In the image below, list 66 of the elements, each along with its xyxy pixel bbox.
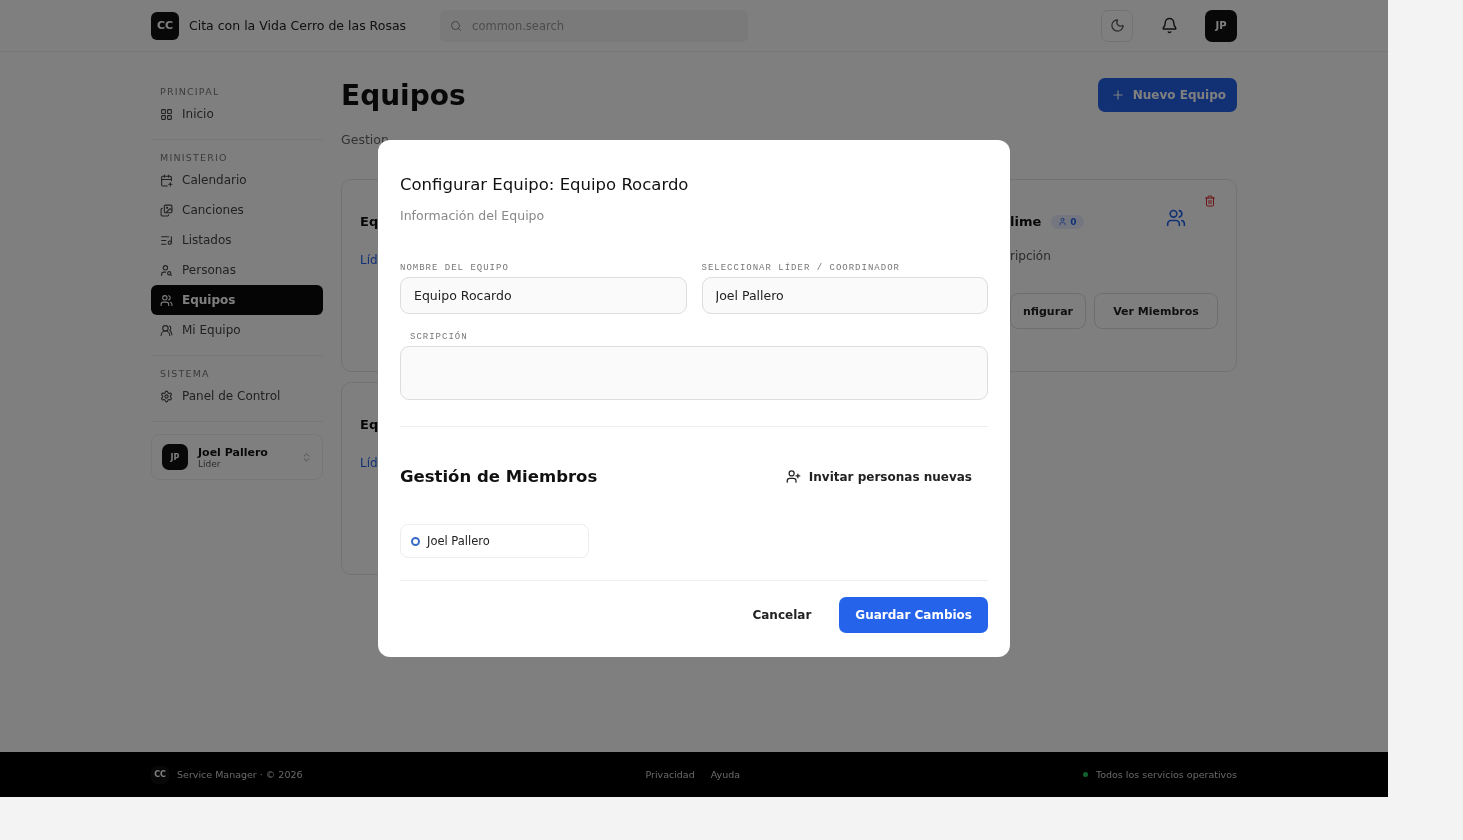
input-field[interactable]: Equipo Rocardo (400, 277, 687, 314)
team-description: ripción (1010, 249, 1052, 263)
section-label: SISTEMA (159, 368, 211, 381)
user-icon (1058, 217, 1068, 226)
user-card[interactable]: JP Joel Pallero Líder (151, 434, 323, 480)
theme-toggle-button[interactable] (1101, 9, 1133, 42)
sidebar-item[interactable]: Inicio (151, 99, 323, 129)
field-label: SELECCIONAR LÍDER / COORDINADOR (701, 263, 901, 273)
section-label: PRINCIPAL (159, 86, 221, 99)
card-button[interactable]: Ver Miembros (1094, 293, 1218, 329)
team-title: Eq (360, 214, 379, 229)
member-chip[interactable]: Joel Pallero (400, 524, 589, 558)
nav-icon (160, 173, 173, 187)
nav-icon (160, 263, 173, 277)
dialog-title: Configurar Equipo: Equipo Rocardo (400, 175, 690, 194)
sidebar-item[interactable]: Calendario (151, 165, 323, 195)
org-name: Cita con la Vida Cerro de las Rosas (189, 18, 407, 33)
team-title: lime (1010, 214, 1042, 229)
save-button[interactable]: Guardar Cambios (839, 597, 988, 633)
bell-icon (1160, 17, 1178, 34)
footer-link[interactable]: Ayuda (710, 769, 741, 780)
user-name: Joel Pallero (198, 445, 269, 459)
moon-icon (1109, 18, 1125, 33)
footer-link[interactable]: Privacidad (645, 769, 695, 780)
new-team-button[interactable]: Nuevo Equipo (1097, 78, 1237, 112)
users-icon (1166, 208, 1186, 228)
field-label: SCRIPCIÓN (409, 332, 469, 342)
status-text: Todos los servicios operativos (1096, 769, 1237, 780)
nav-icon (160, 389, 173, 403)
sidebar-item[interactable]: Equipos (151, 285, 323, 315)
input-field[interactable]: Joel Pallero (701, 277, 988, 314)
user-plus-icon (785, 469, 801, 484)
sidebar-item[interactable]: Mi Equipo (151, 315, 323, 345)
section-label: MINISTERIO (159, 152, 229, 165)
dialog-subtitle: Información del Equipo (400, 208, 546, 223)
sidebar-item[interactable]: Panel de Control (151, 381, 323, 411)
nav-icon (160, 323, 173, 337)
user-avatar: JP (162, 444, 188, 470)
sidebar-item[interactable]: Personas (151, 255, 323, 285)
trash-icon[interactable] (1204, 195, 1216, 207)
page-title: Equipos (341, 78, 466, 112)
logo: CC (151, 11, 179, 40)
chevrons-icon (301, 451, 312, 463)
member-count-badge: 0 (1051, 214, 1084, 229)
search-icon (450, 19, 463, 32)
plus-icon (1110, 88, 1125, 102)
cancel-button[interactable]: Cancelar (732, 597, 832, 633)
page-subtitle: Gestion (341, 132, 390, 147)
nav-icon (160, 203, 173, 217)
footer-logo: CC (151, 765, 169, 784)
nav-icon (160, 233, 173, 247)
sidebar-item[interactable]: Listados (151, 225, 323, 255)
nav-icon (160, 293, 173, 307)
section-title: Gestión de Miembros (400, 467, 598, 486)
circle-icon (411, 536, 420, 546)
user-avatar[interactable]: JP (1205, 9, 1237, 42)
status-dot (1083, 772, 1088, 777)
team-title: Eq (360, 417, 379, 432)
nav-icon (160, 107, 173, 121)
card-button[interactable]: nfigurar (1010, 293, 1086, 329)
invite-button[interactable]: Invitar personas nuevas (769, 469, 988, 484)
footer-brand: Service Manager · © 2026 (177, 769, 303, 780)
description-field[interactable] (400, 346, 988, 400)
field-label: NOMBRE DEL EQUIPO (400, 263, 510, 273)
user-role: Líder (198, 458, 222, 469)
sidebar-item[interactable]: Canciones (151, 195, 323, 225)
